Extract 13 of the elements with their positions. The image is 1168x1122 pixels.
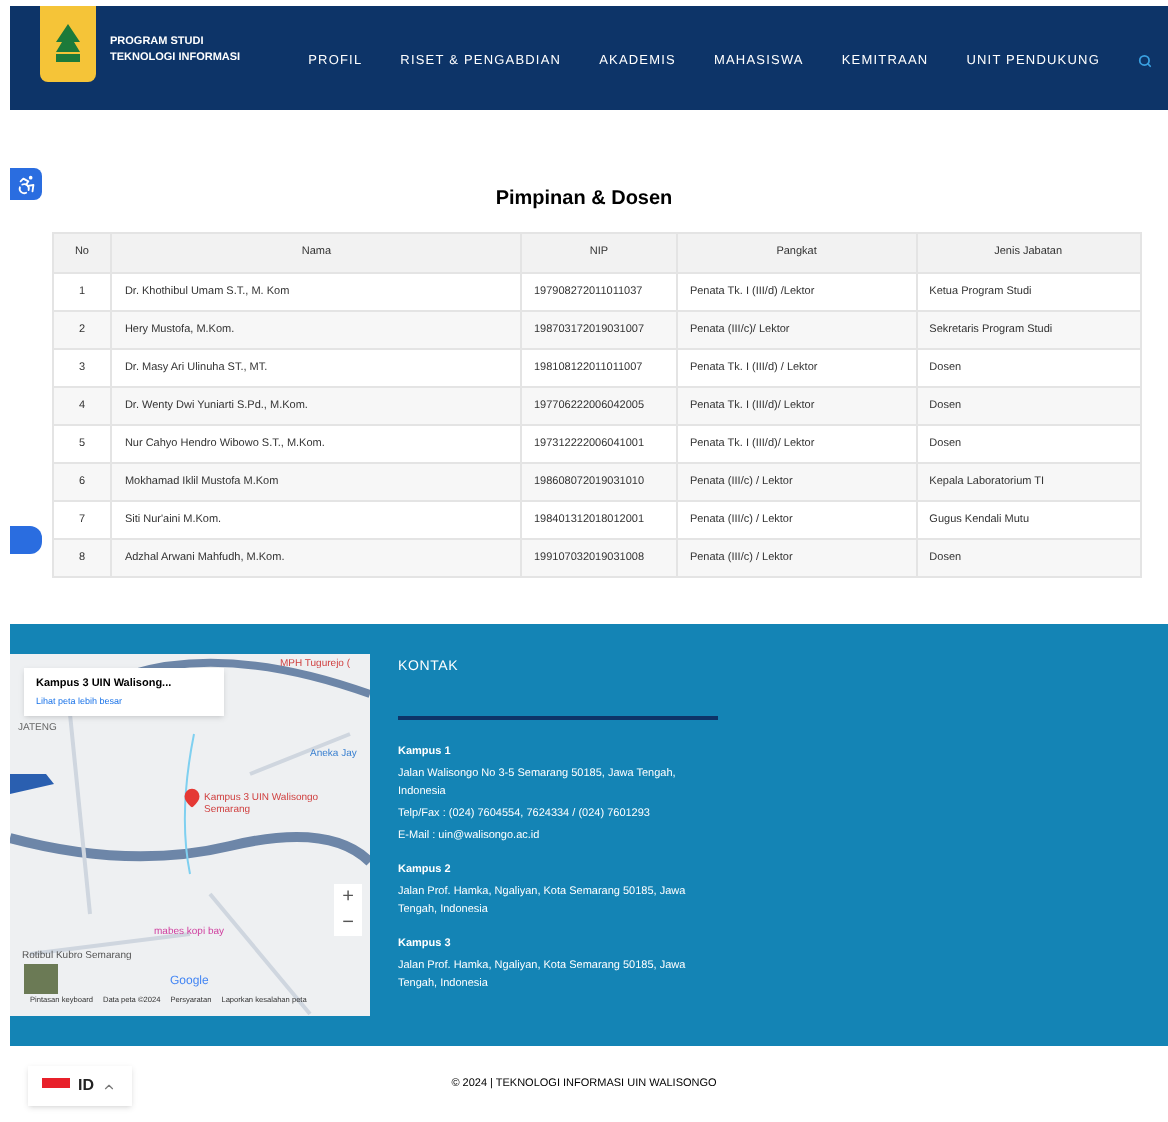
accessibility-button[interactable] [10,168,42,200]
satellite-thumbnail[interactable] [24,964,58,994]
accessibility-icon [15,173,37,195]
section-title: Pimpinan & Dosen [495,186,673,214]
location-pin-icon [182,788,202,808]
logo-badge[interactable] [40,6,96,82]
zoom-in-button[interactable]: + [334,884,362,910]
zoom-out-button[interactable]: − [334,910,362,936]
chevron-up-icon [102,1079,116,1093]
side-tab[interactable] [10,526,42,554]
emblem-icon [52,22,84,66]
search-icon[interactable] [1138,54,1152,69]
language-selector[interactable]: ID [28,1066,132,1106]
